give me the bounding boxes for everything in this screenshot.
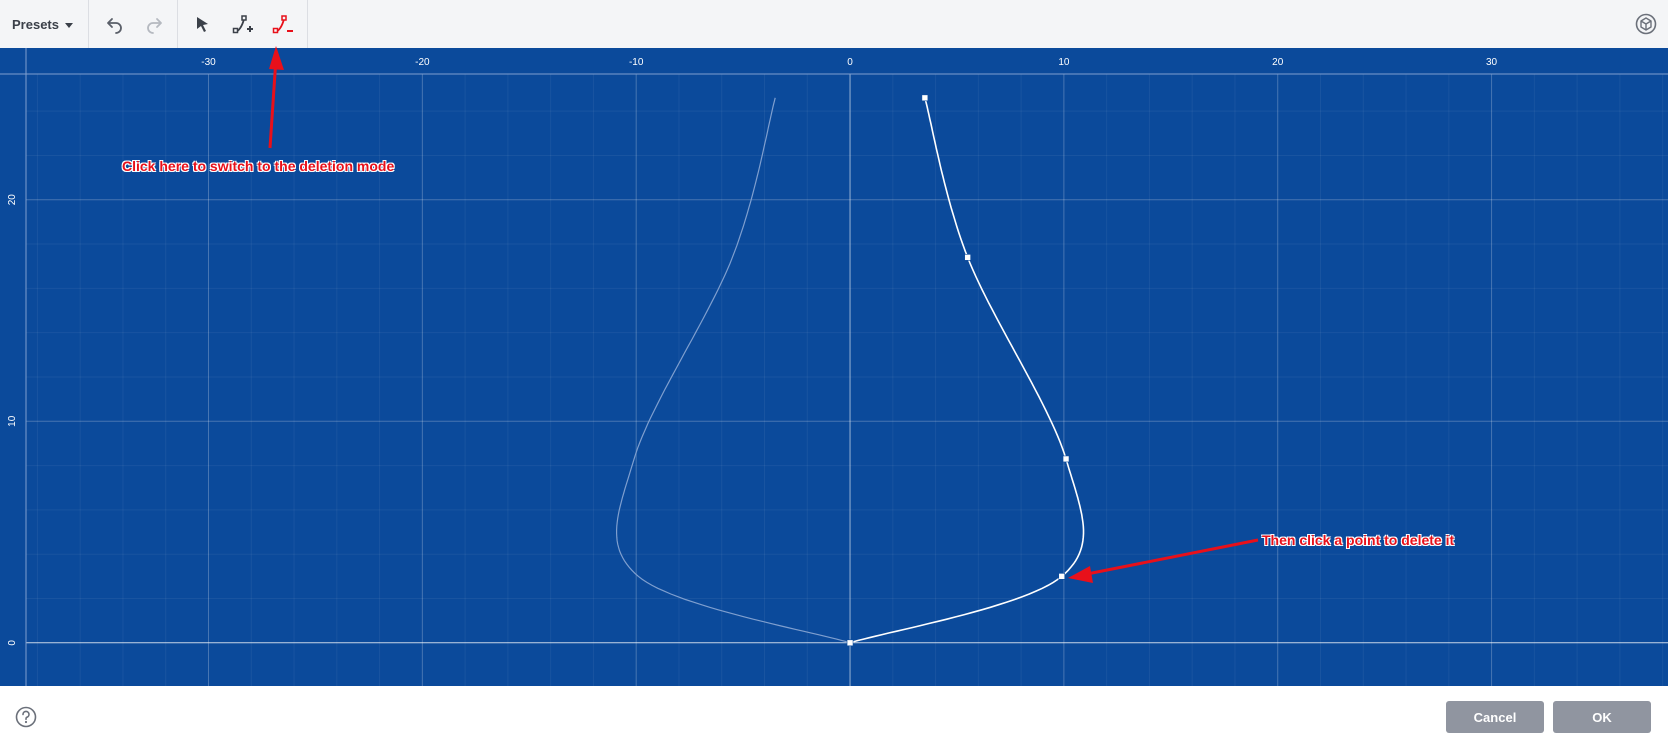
help-button[interactable] [15, 706, 37, 728]
select-tool-button[interactable] [189, 10, 217, 38]
help-icon [15, 706, 37, 728]
add-point-icon [232, 15, 253, 34]
x-tick-label: 30 [1486, 57, 1498, 68]
cursor-arrow-icon [197, 17, 208, 32]
toolbar-divider [307, 0, 308, 48]
control-point[interactable] [1062, 455, 1070, 463]
scene-view-button[interactable] [1634, 12, 1658, 36]
x-tick-label: -10 [629, 57, 644, 68]
footer: Cancel OK [0, 686, 1668, 746]
undo-button[interactable] [101, 10, 129, 38]
annotation-delete-text: Then click a point to delete it [1262, 532, 1455, 548]
add-point-tool-button[interactable] [229, 10, 257, 38]
presets-label: Presets [12, 16, 59, 32]
y-tick-label: 20 [7, 194, 18, 206]
x-tick-label: 10 [1058, 57, 1070, 68]
scene-view-icon [1635, 13, 1657, 35]
chevron-down-icon [64, 22, 73, 28]
undo-icon [107, 18, 122, 34]
delete-point-tool-button[interactable] [269, 10, 297, 38]
x-tick-label: 0 [847, 57, 853, 68]
x-tick-label: -30 [201, 57, 216, 68]
control-point[interactable] [921, 94, 929, 102]
annotation-mode-text: Click here to switch to the deletion mod… [122, 158, 395, 174]
ok-button[interactable]: OK [1553, 701, 1651, 733]
toolbar-divider [177, 0, 178, 48]
redo-icon [147, 18, 162, 34]
x-tick-label: 20 [1272, 57, 1284, 68]
delete-point-icon [272, 15, 293, 34]
curve-graph[interactable]: -30 -20 -10 0 10 20 30 0 10 20 [0, 48, 1668, 686]
control-point[interactable] [964, 254, 971, 261]
toolbar: Presets [0, 0, 1668, 49]
presets-dropdown[interactable]: Presets [12, 0, 80, 48]
curve-editor-canvas[interactable]: -30 -20 -10 0 10 20 30 0 10 20 [0, 48, 1668, 686]
toolbar-divider [88, 0, 89, 48]
y-tick-label: 0 [7, 640, 18, 646]
x-tick-label: -20 [415, 57, 430, 68]
cancel-button[interactable]: Cancel [1446, 701, 1544, 733]
graph-background [0, 48, 1668, 686]
y-tick-label: 10 [7, 415, 18, 427]
control-point[interactable] [1058, 573, 1066, 580]
control-point[interactable] [846, 639, 854, 647]
redo-button[interactable] [140, 10, 168, 38]
